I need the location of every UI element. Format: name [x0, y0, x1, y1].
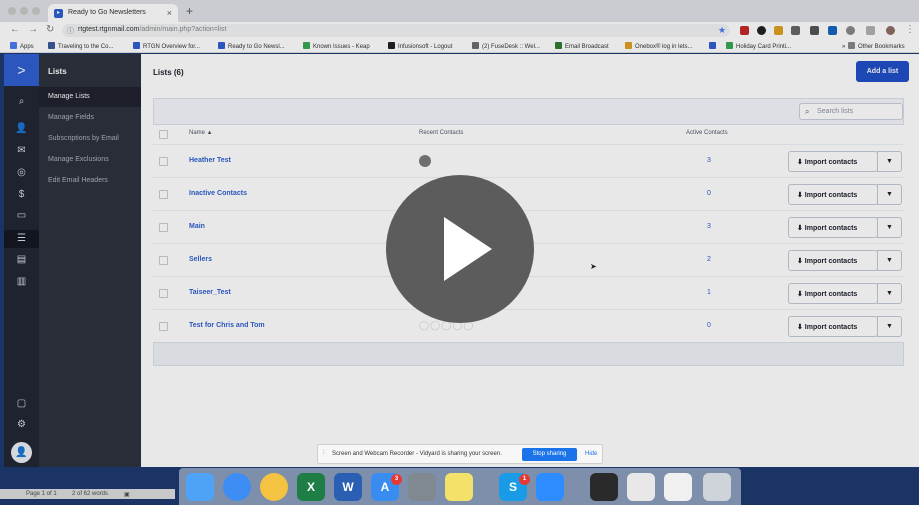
hide-button[interactable]: Hide	[585, 451, 597, 457]
document-thumbnail-icon[interactable]	[590, 473, 618, 501]
system-preferences-icon[interactable]	[408, 473, 436, 501]
mouse-cursor-icon: ➤	[590, 262, 597, 271]
share-message: Screen and Webcam Recorder - Vidyard is …	[332, 451, 502, 457]
chrome-icon[interactable]	[260, 473, 288, 501]
drag-handle-icon[interactable]: ⁞	[323, 450, 325, 456]
skype-icon[interactable]: S1	[499, 473, 530, 501]
word-icon[interactable]: W	[334, 473, 362, 501]
zoom-icon[interactable]	[536, 473, 564, 501]
macos-dock: X W A3 S1	[179, 468, 741, 505]
stickies-icon[interactable]	[445, 473, 473, 501]
proofing-icon[interactable]: ▣	[124, 491, 130, 498]
stop-sharing-button[interactable]: Stop sharing	[522, 448, 577, 461]
page-count: Page 1 of 1	[26, 491, 57, 497]
trash-icon[interactable]	[703, 473, 731, 501]
app-store-icon[interactable]: A3	[371, 473, 402, 501]
app-store-badge: 3	[391, 474, 402, 485]
word-count: 2 of 62 words	[72, 491, 109, 497]
document-thumbnail-icon[interactable]	[627, 473, 655, 501]
safari-icon[interactable]	[223, 473, 251, 501]
screen-share-notification: ⁞ Screen and Webcam Recorder - Vidyard i…	[317, 444, 603, 464]
word-status-bar: Page 1 of 1 2 of 62 words ▣	[0, 489, 175, 499]
play-icon[interactable]	[386, 175, 534, 323]
document-thumbnail-icon[interactable]	[664, 473, 692, 501]
finder-icon[interactable]	[186, 473, 214, 501]
excel-icon[interactable]: X	[297, 473, 325, 501]
skype-badge: 1	[519, 474, 530, 485]
